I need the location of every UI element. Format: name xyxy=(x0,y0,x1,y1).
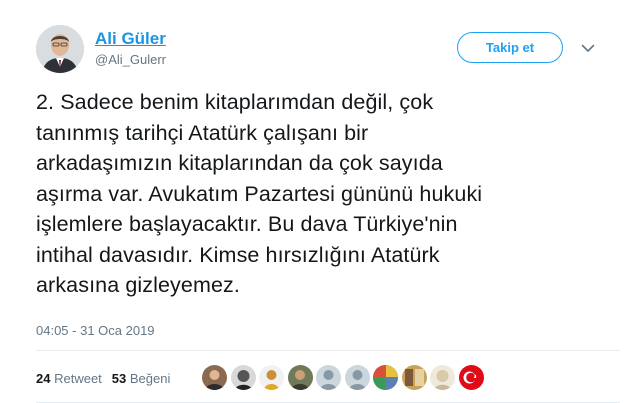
tweet-text-line: aşırma var. Avukatım Pazartesi gününü hu… xyxy=(36,181,483,206)
tweet-timestamp[interactable]: 04:05 - 31 Oca 2019 xyxy=(36,323,155,338)
author-avatar-icon xyxy=(36,25,84,73)
divider xyxy=(36,350,620,351)
liker-avatar[interactable] xyxy=(316,365,341,390)
liker-avatar[interactable] xyxy=(344,365,370,390)
tweet-text-line: 2. Sadece benim kitaplarımdan değil, çok xyxy=(36,90,434,114)
liker-avatar[interactable] xyxy=(202,365,227,390)
follow-button[interactable]: Takip et xyxy=(457,32,563,63)
liker-avatar[interactable] xyxy=(401,365,427,390)
tweet-text: 2. Sadece benim kitaplarımdan değil, çok… xyxy=(36,87,606,301)
tweet-text-line: işlemlere başlayacaktır. Bu dava Türkiye… xyxy=(36,212,458,236)
like-label: Beğeni xyxy=(129,371,171,386)
liker-avatar[interactable] xyxy=(458,365,484,390)
default-avatar-icon xyxy=(316,365,341,390)
portrait-bw-icon xyxy=(230,365,256,390)
liker-avatar[interactable] xyxy=(373,365,398,390)
liker-avatar[interactable] xyxy=(230,365,256,390)
author-display-name[interactable]: Ali Güler xyxy=(95,29,166,49)
tweet-text-line: arkadaşımızın kitaplarından da çok sayıd… xyxy=(36,151,443,175)
tweet-stats: 24 Retweet 53 Beğeni xyxy=(36,371,170,386)
like-count: 53 xyxy=(111,371,127,386)
retweet-stat[interactable]: 24 Retweet xyxy=(36,371,102,386)
tweet-text-line: arkasına gizleyemez. xyxy=(36,273,240,297)
person-dark-icon xyxy=(287,365,313,390)
liker-avatar[interactable] xyxy=(259,365,284,390)
liker-avatar[interactable] xyxy=(287,365,313,390)
person-yellow-icon xyxy=(259,365,284,390)
liker-avatars xyxy=(202,365,484,391)
author-avatar[interactable] xyxy=(36,25,84,73)
more-options-chevron-down-icon[interactable] xyxy=(578,40,598,56)
retweet-count: 24 xyxy=(36,371,51,386)
like-stat[interactable]: 53 Beğeni xyxy=(112,371,171,386)
author-handle: @Ali_Gulerr xyxy=(95,52,166,67)
person-photo-icon xyxy=(202,365,227,390)
pale-portrait-icon xyxy=(430,365,455,390)
turkish-flag-icon xyxy=(458,365,484,390)
retweet-label: Retweet xyxy=(54,371,102,386)
tweet-text-line: tanınmış tarihçi Atatürk çalışanı bir xyxy=(36,120,369,145)
tweet-card: Ali Güler @Ali_Gulerr Takip et 2. Sadece… xyxy=(0,0,640,403)
collage-icon xyxy=(401,365,427,390)
colorful-collage-icon xyxy=(373,365,398,390)
tweet-text-line: intihal davasıdır. Kimse hırsızlığını At… xyxy=(36,242,440,267)
liker-avatar[interactable] xyxy=(430,365,455,390)
default-avatar-icon xyxy=(344,365,370,390)
